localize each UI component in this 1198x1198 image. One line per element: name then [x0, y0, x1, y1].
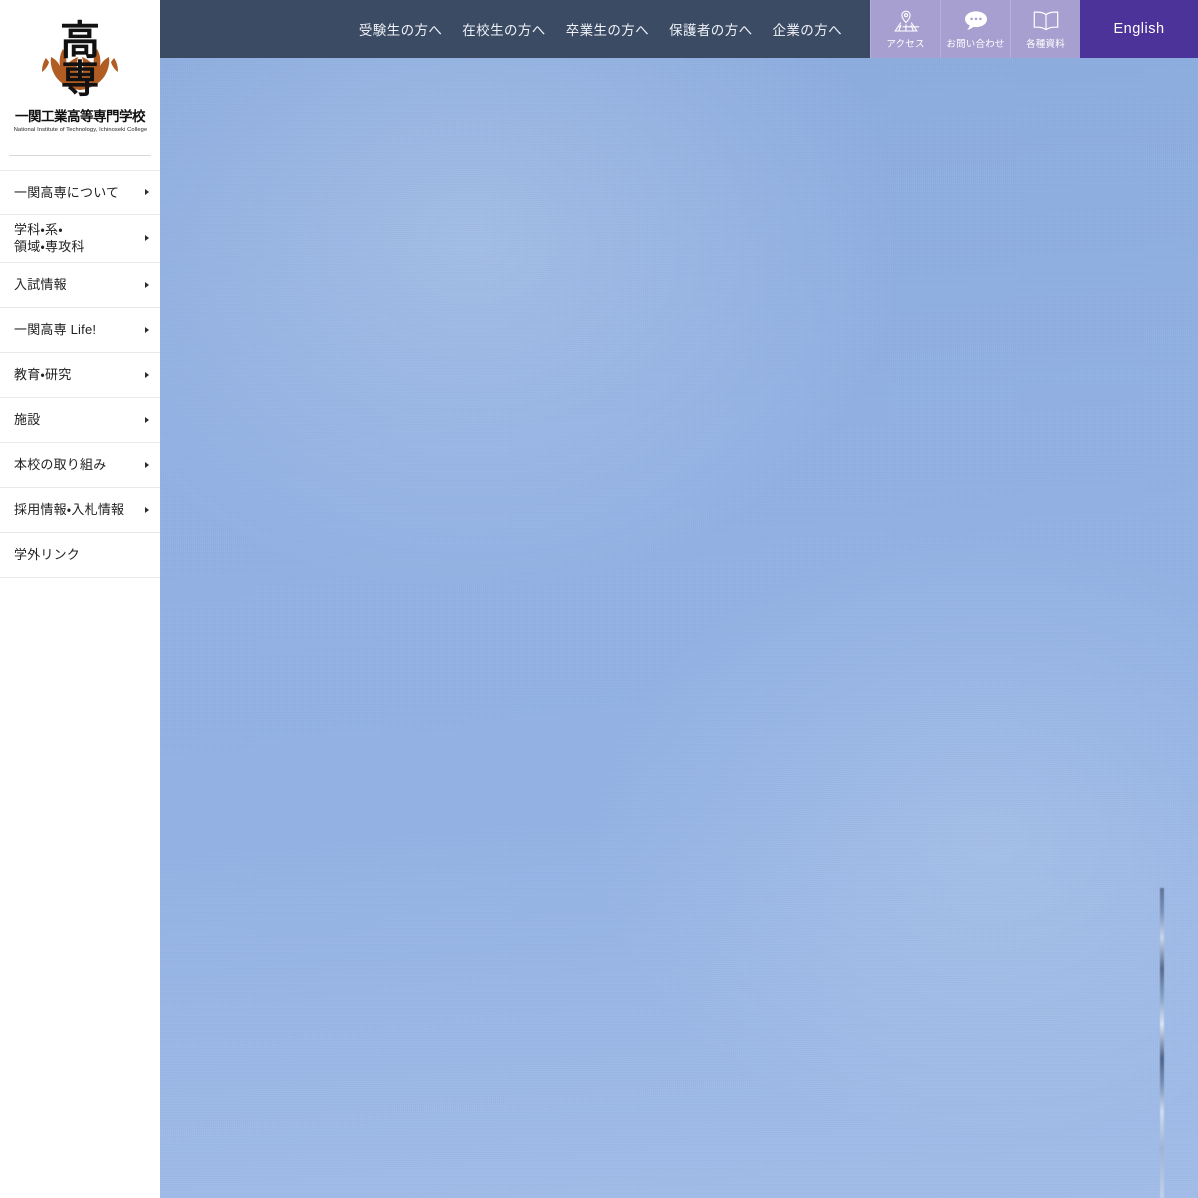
chevron-right-icon: [145, 371, 149, 378]
sidebar-item-label: 入試情報: [14, 277, 67, 293]
chevron-right-icon: [145, 461, 149, 468]
sidebar-item-education-research[interactable]: 教育・研究: [0, 353, 160, 398]
chevron-right-icon: [145, 189, 149, 196]
top-navigation: 受験生の方へ 在校生の方へ 卒業生の方へ 保護者の方へ 企業の方へ: [359, 0, 870, 58]
hero-image: [160, 0, 1198, 1198]
sidebar-item-label: 学科・系・ 領域・専攻科: [14, 221, 85, 255]
access-tile-label: アクセス: [886, 39, 925, 50]
chevron-right-icon: [145, 326, 149, 333]
nav-link-guardians[interactable]: 保護者の方へ: [669, 19, 752, 39]
english-language-button[interactable]: English: [1080, 0, 1198, 58]
chevron-right-icon: [145, 281, 149, 288]
sidebar-item-recruitment-bids[interactable]: 採用情報・入札情報: [0, 488, 160, 533]
logo-title-jp: 一関工業高等専門学校: [15, 109, 146, 125]
chevron-right-icon: [145, 506, 149, 513]
sidebar-item-label: 一関高専について: [14, 184, 120, 200]
open-book-icon: [1031, 8, 1061, 34]
contact-tile-label: お問い合わせ: [946, 39, 1005, 50]
sidebar-item-external-links[interactable]: 学外リンク: [0, 533, 160, 578]
materials-tile-label: 各種資料: [1026, 39, 1065, 50]
sidebar-item-label: 一関高専 Life!: [14, 322, 97, 338]
sidebar-item-admissions[interactable]: 入試情報: [0, 263, 160, 308]
sidebar-item-label: 教育・研究: [14, 367, 72, 383]
sidebar-menu: 一関高専について 学科・系・ 領域・専攻科 入試情報 一関高専 Life! 教育…: [0, 169, 160, 578]
chevron-right-icon: [145, 235, 149, 242]
chevron-right-icon: [145, 416, 149, 423]
speech-bubble-icon: [961, 8, 991, 34]
access-tile[interactable]: アクセス: [870, 0, 940, 58]
sidebar-item-departments[interactable]: 学科・系・ 領域・専攻科: [0, 215, 160, 263]
sidebar: 高 専 一関工業高等専門学校 National Institute of Tec…: [0, 0, 160, 1198]
kosen-crest-icon: 高 専: [26, 12, 134, 108]
site-logo[interactable]: 高 専 一関工業高等専門学校 National Institute of Tec…: [0, 0, 160, 133]
top-action-tiles: アクセス お問い合わせ 各種資料 English: [870, 0, 1198, 58]
map-pin-icon: [891, 8, 921, 34]
nav-link-current-students[interactable]: 在校生の方へ: [462, 19, 545, 39]
sidebar-item-label: 本校の取り組み: [14, 457, 107, 473]
sidebar-item-campus-life[interactable]: 一関高専 Life!: [0, 308, 160, 353]
sidebar-item-initiatives[interactable]: 本校の取り組み: [0, 443, 160, 488]
antenna-pole: [1160, 888, 1164, 1198]
svg-text:専: 専: [61, 57, 99, 101]
top-bar: 受験生の方へ 在校生の方へ 卒業生の方へ 保護者の方へ 企業の方へ アクセス お…: [160, 0, 1198, 58]
contact-tile[interactable]: お問い合わせ: [940, 0, 1010, 58]
hero-photo-grain: [160, 0, 1198, 1198]
nav-link-alumni[interactable]: 卒業生の方へ: [566, 19, 649, 39]
sidebar-item-label: 施設: [14, 412, 41, 428]
logo-divider: [9, 154, 151, 156]
sidebar-item-facilities[interactable]: 施設: [0, 398, 160, 443]
sidebar-item-about[interactable]: 一関高専について: [0, 169, 160, 215]
page-root: 受験生の方へ 在校生の方へ 卒業生の方へ 保護者の方へ 企業の方へ アクセス お…: [0, 0, 1198, 1198]
sidebar-item-label: 学外リンク: [14, 547, 81, 563]
materials-tile[interactable]: 各種資料: [1010, 0, 1080, 58]
logo-title-en: National Institute of Technology, Ichino…: [13, 126, 147, 133]
nav-link-prospective-students[interactable]: 受験生の方へ: [359, 19, 442, 39]
sidebar-item-label: 採用情報・入札情報: [14, 502, 125, 518]
nav-link-companies[interactable]: 企業の方へ: [773, 19, 843, 39]
